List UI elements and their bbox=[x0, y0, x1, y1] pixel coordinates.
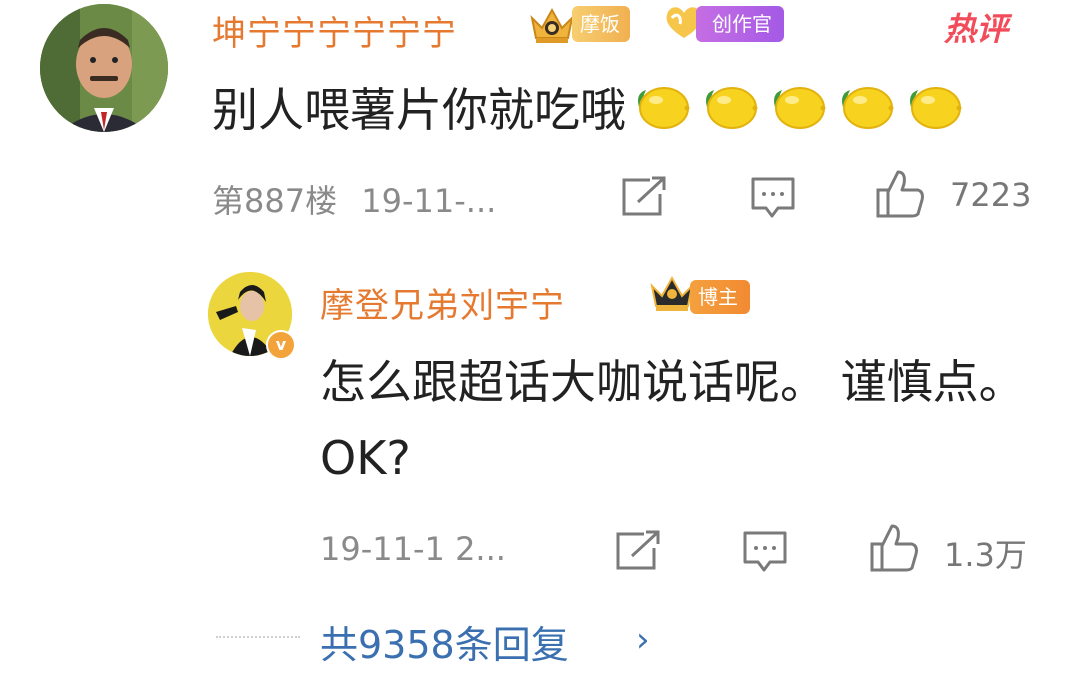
fan-badge: 摩饭 bbox=[572, 6, 630, 42]
floor-number: 第887楼 bbox=[212, 182, 338, 220]
like-count: 1.3万 bbox=[944, 536, 1027, 574]
lemon-emoji-row bbox=[630, 80, 962, 134]
view-all-replies-link[interactable]: 共9358条回复 bbox=[320, 614, 569, 669]
reply-text: 怎么跟超话大咖说话呢。 谨慎点。OK? bbox=[320, 355, 1025, 485]
hot-comment-label: 热评 bbox=[944, 10, 1009, 48]
author-badge: 博主 bbox=[690, 280, 750, 314]
thumbs-up-icon[interactable] bbox=[868, 522, 920, 574]
comment-meta-top: 第887楼 19-11-... bbox=[212, 176, 496, 222]
share-icon[interactable] bbox=[620, 176, 668, 218]
chevron-right-icon[interactable]: › bbox=[636, 620, 650, 660]
divider bbox=[216, 636, 300, 638]
verified-badge-icon: v bbox=[266, 330, 296, 360]
comment-text: 别人喂薯片你就吃哦 bbox=[212, 83, 626, 137]
comment-icon[interactable] bbox=[742, 530, 788, 574]
lemon-emoji bbox=[638, 87, 690, 129]
like-count: 7223 bbox=[950, 176, 1032, 214]
lemon-emoji bbox=[842, 87, 894, 129]
thumbs-up-icon[interactable] bbox=[874, 168, 926, 220]
comment-text-top: 别人喂薯片你就吃哦 bbox=[212, 74, 962, 140]
crown-icon bbox=[648, 272, 696, 316]
comment-date: 19-11-... bbox=[361, 182, 497, 220]
lemon-emoji bbox=[910, 87, 962, 129]
reply-date: 19-11-1 2... bbox=[320, 530, 506, 568]
username-reply[interactable]: 摩登兄弟刘宇宁 bbox=[320, 278, 565, 327]
avatar-top-comment[interactable] bbox=[40, 4, 168, 132]
username-top[interactable]: 坤宁宁宁宁宁宁 bbox=[212, 6, 457, 55]
comment-icon[interactable] bbox=[750, 176, 796, 220]
creator-badge: 创作官 bbox=[696, 6, 784, 42]
lemon-emoji bbox=[706, 87, 758, 129]
crown-icon bbox=[528, 4, 576, 46]
lemon-emoji bbox=[774, 87, 826, 129]
share-icon[interactable] bbox=[614, 530, 662, 572]
